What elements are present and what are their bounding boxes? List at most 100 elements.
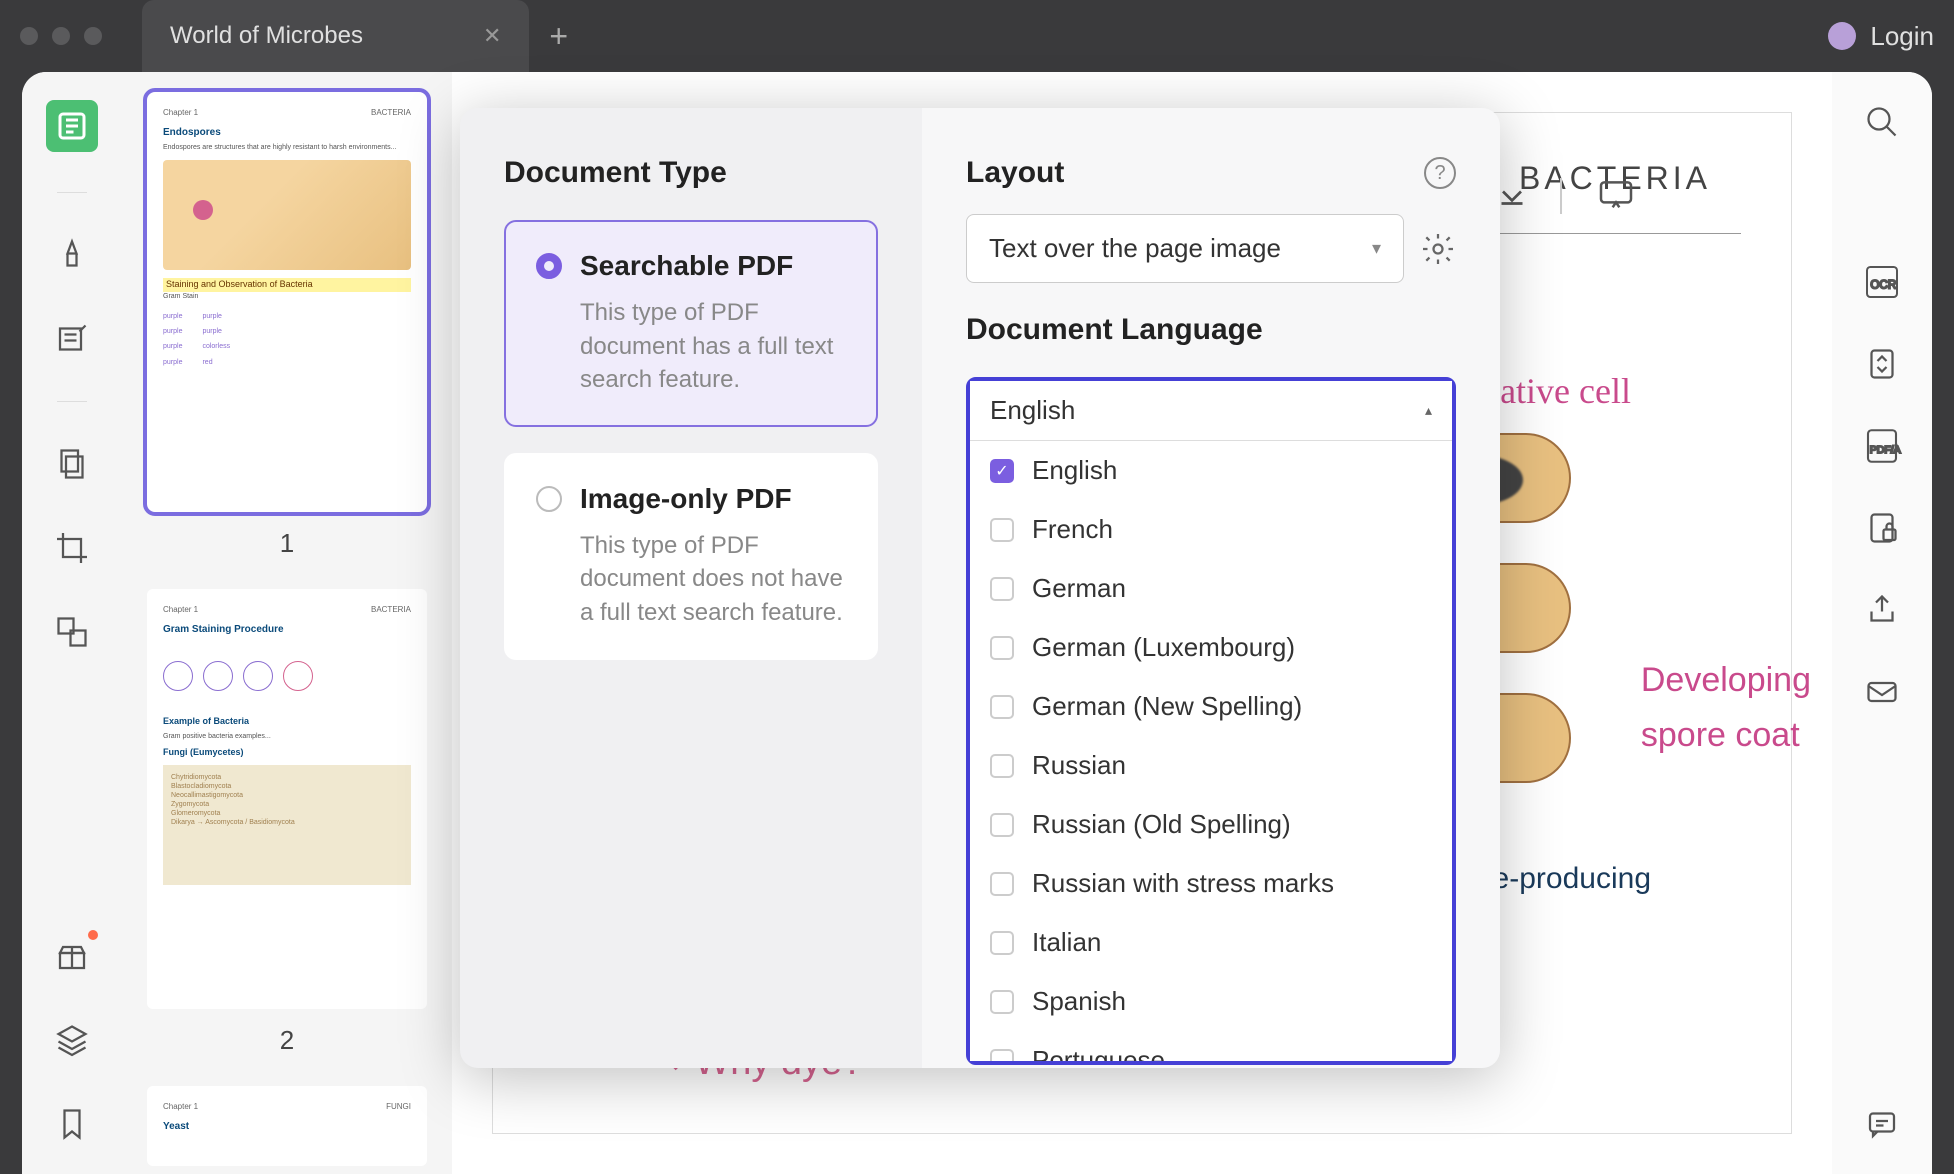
radio-description: This type of PDF document has a full tex… [536,296,846,397]
language-option-list: ✓English French German German (Luxembourg) G… [970,441,1452,1061]
pages-icon[interactable] [50,442,94,486]
thumb-page-number: 2 [146,1025,428,1056]
language-label: Russian [1032,750,1126,781]
language-select[interactable]: English ▴ [970,381,1452,441]
language-label: Spanish [1032,986,1126,1017]
thumb-heading: Yeast [163,1120,411,1133]
language-option[interactable]: French [970,500,1452,559]
svg-text:PDF/A: PDF/A [1870,444,1901,456]
annotation-vegetative: ative cell [1500,363,1631,421]
toolbar-dropdown-icon[interactable] [1494,178,1544,228]
thumb-right: FUNGI [386,1102,411,1112]
search-icon[interactable] [1860,100,1904,144]
left-sidebar [22,72,122,1174]
language-option[interactable]: German (New Spelling) [970,677,1452,736]
comment-icon[interactable] [1860,1102,1904,1146]
language-option[interactable]: Italian [970,913,1452,972]
thumb-page-number: 1 [146,528,428,559]
language-option[interactable]: Russian (Old Spelling) [970,795,1452,854]
window-maximize-button[interactable] [84,27,102,45]
thumbnail-item[interactable]: Chapter 1BACTERIA Endospores Endospores … [146,92,428,559]
document-type-heading: Document Type [504,156,878,190]
language-option[interactable]: German (Luxembourg) [970,618,1452,677]
toolbar-separator [1560,178,1562,214]
language-option[interactable]: Portuguese [970,1031,1452,1061]
thumb-heading: Gram Staining Procedure [163,623,411,636]
ocr-settings-modal: Document Type Searchable PDF This type o… [460,108,1500,1068]
language-label: Russian with stress marks [1032,868,1334,899]
language-value: English [990,395,1075,426]
tab-close-icon[interactable]: ✕ [483,23,501,49]
thumb-right: BACTERIA [371,108,411,118]
checkbox-icon [990,931,1014,955]
language-label: Russian (Old Spelling) [1032,809,1291,840]
tab-document[interactable]: World of Microbes ✕ [142,0,529,72]
checkbox-icon [990,636,1014,660]
convert-icon[interactable] [1860,342,1904,386]
tab-title: World of Microbes [170,22,363,50]
crop-icon[interactable] [50,526,94,570]
gift-icon[interactable] [50,934,94,978]
share-icon[interactable] [1860,588,1904,632]
window-close-button[interactable] [20,27,38,45]
layout-select[interactable]: Text over the page image ▾ [966,214,1404,283]
modal-right-pane: Layout ? Text over the page image ▾ Docu… [922,108,1500,1068]
chevron-down-icon: ▾ [1372,238,1381,259]
login-button[interactable]: Login [1870,21,1934,52]
highlighter-icon[interactable] [50,233,94,277]
layout-value: Text over the page image [989,233,1281,264]
radio-searchable-pdf[interactable]: Searchable PDF This type of PDF document… [504,220,878,427]
radio-image-only-pdf[interactable]: Image-only PDF This type of PDF document… [504,453,878,660]
mail-icon[interactable] [1860,670,1904,714]
language-dropdown: English ▴ ✓English French German German (Lu… [966,377,1456,1065]
language-option[interactable]: German [970,559,1452,618]
thumb-body: Gram positive bacteria examples... [163,732,411,741]
thumb-subheading: Fungi (Eumycetes) [163,747,411,759]
notification-dot-icon [88,930,98,940]
thumbnail-item[interactable]: Chapter 1BACTERIA Gram Staining Procedur… [146,589,428,1056]
thumb-subtext: Gram Stain [163,292,411,301]
thumb-highlight: Staining and Observation of Bacteria [163,278,411,292]
gear-icon[interactable] [1420,231,1456,267]
ocr-icon[interactable]: OCR [1860,260,1904,304]
edit-text-icon[interactable] [50,317,94,361]
thumb-illustration [163,646,411,706]
checkbox-icon [990,990,1014,1014]
language-label: German (Luxembourg) [1032,632,1295,663]
thumb-table: purplepurple purplepurple purplecolorles… [163,309,411,369]
pdfa-icon[interactable]: PDF/A [1860,424,1904,468]
language-label: French [1032,514,1113,545]
checkbox-icon [990,518,1014,542]
tab-add-button[interactable]: + [549,18,568,55]
titlebar-right: Login [1828,21,1934,52]
language-label: English [1032,455,1117,486]
compare-icon[interactable] [50,610,94,654]
radio-dot-icon [536,486,562,512]
thumbnail-item[interactable]: Chapter 1 FUNGI Yeast [146,1086,428,1166]
language-option[interactable]: Spanish [970,972,1452,1031]
annotation-developing: Developingspore coat [1641,653,1811,764]
lock-document-icon[interactable] [1860,506,1904,550]
layers-icon[interactable] [50,1018,94,1062]
checkbox-icon [990,695,1014,719]
language-option[interactable]: Russian [970,736,1452,795]
presentation-icon[interactable] [1596,174,1646,224]
checkbox-icon [990,872,1014,896]
chevron-up-icon: ▴ [1425,402,1432,419]
thumb-chapter: Chapter 1 [163,1102,198,1112]
language-option[interactable]: ✓English [970,441,1452,500]
checkbox-icon [990,813,1014,837]
right-sidebar: OCR PDF/A [1832,72,1932,1174]
reader-mode-icon[interactable] [46,100,98,152]
bookmark-icon[interactable] [50,1102,94,1146]
radio-description: This type of PDF document does not have … [536,529,846,630]
window-minimize-button[interactable] [52,27,70,45]
titlebar: World of Microbes ✕ + Login [0,0,1954,72]
checkbox-icon [990,1049,1014,1062]
help-icon[interactable]: ? [1424,157,1456,189]
language-label: Portuguese [1032,1045,1165,1061]
modal-left-pane: Document Type Searchable PDF This type o… [460,108,922,1068]
checkbox-icon [990,577,1014,601]
avatar-icon[interactable] [1828,22,1856,50]
language-option[interactable]: Russian with stress marks [970,854,1452,913]
